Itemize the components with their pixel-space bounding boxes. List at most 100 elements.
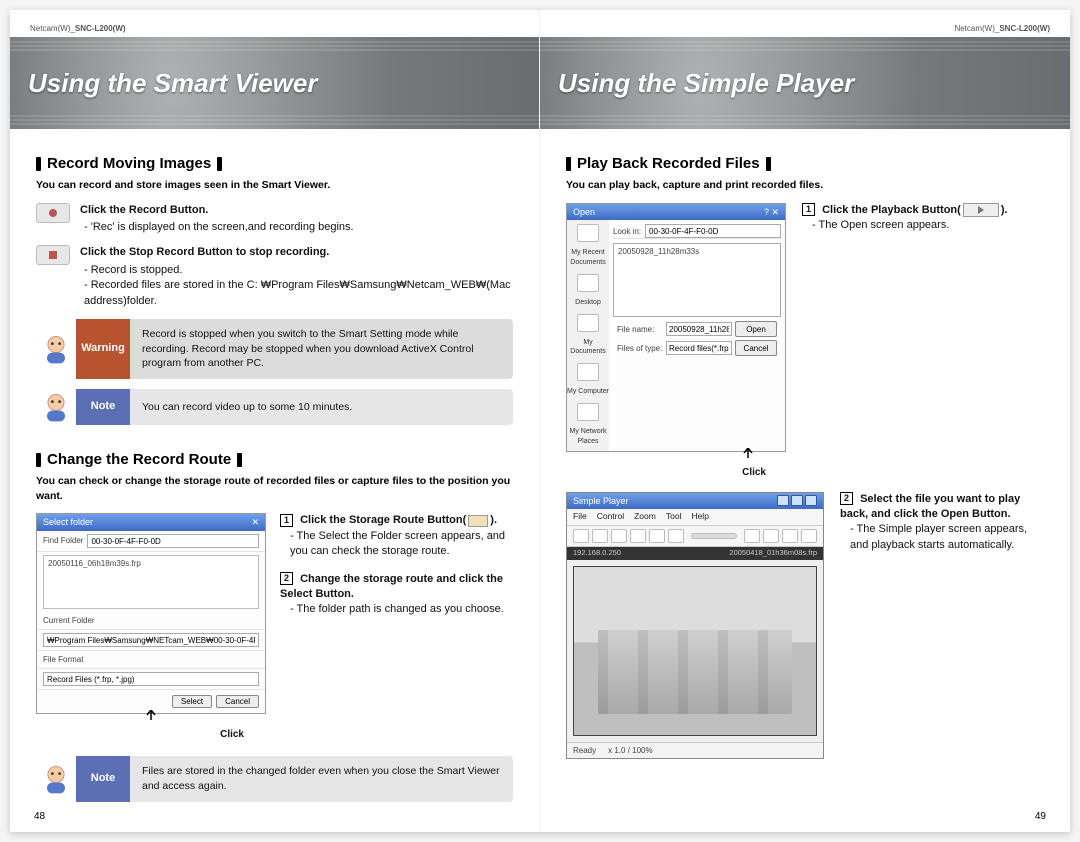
sidebar-item-label: My Recent Documents: [567, 248, 609, 268]
row-open-dialog: Open ? ✕ My Recent Documents Desktop My …: [566, 203, 1044, 484]
menu-zoom[interactable]: Zoom: [634, 511, 656, 523]
step-storage-route: 1 Click the Storage Route Button(). The …: [280, 513, 513, 559]
running-head-prefix: Netcam(W)_: [954, 24, 999, 33]
dialog-titlebar: Open ? ✕: [567, 204, 785, 221]
tool-button[interactable]: [763, 529, 779, 543]
player-scrubber[interactable]: [691, 533, 737, 539]
callout-label: Note: [76, 389, 130, 425]
heading-bar-icon: [566, 157, 571, 171]
current-folder-input[interactable]: [43, 633, 259, 647]
find-folder-label: Find Folder: [43, 535, 83, 546]
tool-button[interactable]: [630, 529, 646, 543]
list-item[interactable]: 20050928_11h28m33s: [618, 247, 699, 256]
player-status-right: x 1.0 / 100%: [608, 745, 652, 756]
tool-button[interactable]: [649, 529, 665, 543]
dialog-title: Open: [573, 206, 595, 219]
running-head-left: Netcam(W)_SNC-L200(W): [30, 10, 519, 37]
mascot-icon: [36, 756, 76, 801]
dialog-title: Select folder: [43, 516, 93, 529]
running-head-model: SNC-L200(W): [75, 24, 126, 33]
close-icon[interactable]: [805, 495, 817, 506]
step-click-stop: Click the Stop Record Button to stop rec…: [36, 245, 513, 309]
section-subtitle: You can check or change the storage rout…: [36, 474, 513, 503]
folder-icon: [577, 363, 599, 381]
list-item[interactable]: 20050116_06h18m39s.frp: [48, 559, 141, 568]
find-folder-input[interactable]: [87, 534, 259, 548]
player-toolbar[interactable]: [567, 526, 823, 547]
menu-control[interactable]: Control: [597, 511, 624, 523]
heading-bar-icon: [36, 157, 41, 171]
tool-button[interactable]: [782, 529, 798, 543]
close-icon: ✕: [251, 516, 259, 529]
step-line: The Open screen appears.: [802, 218, 1044, 233]
banner-right: Using the Simple Player: [540, 37, 1070, 129]
screenshot-open-dialog: Open ? ✕ My Recent Documents Desktop My …: [566, 203, 786, 452]
playback-button-icon: [963, 203, 999, 217]
step-lead: Select the file you want to play back, a…: [840, 493, 1020, 520]
step-line: The Select the Folder screen appears, an…: [280, 529, 513, 560]
two-col-change-route: Select folder ✕ Find Folder 20050116_06h…: [36, 513, 513, 746]
window-controls: [777, 495, 817, 506]
file-format-input[interactable]: [43, 672, 259, 686]
section-change-record-route: Change the Record Route: [36, 449, 513, 470]
file-list[interactable]: 20050928_11h28m33s: [613, 243, 781, 317]
folder-icon: [577, 403, 599, 421]
step-click-record: Click the Record Button. 'Rec' is displa…: [36, 203, 513, 236]
running-head-right: Netcam(W)_SNC-L200(W): [560, 10, 1050, 37]
minimize-icon[interactable]: [777, 495, 789, 506]
section-subtitle: You can record and store images seen in …: [36, 178, 513, 193]
player-status-left: Ready: [573, 745, 596, 756]
step-lead: Click the Storage Route Button().: [300, 514, 497, 526]
maximize-icon[interactable]: [791, 495, 803, 506]
running-head-model: SNC-L200(W): [999, 24, 1050, 33]
section-title: Record Moving Images: [47, 153, 211, 174]
menu-file[interactable]: File: [573, 511, 587, 523]
tool-button[interactable]: [801, 529, 817, 543]
cancel-button[interactable]: Cancel: [735, 340, 777, 356]
manual-spread: Netcam(W)_SNC-L200(W) Using the Smart Vi…: [10, 10, 1070, 832]
screenshot-select-folder: Select folder ✕ Find Folder 20050116_06h…: [36, 513, 266, 746]
section-play-back-files: Play Back Recorded Files: [566, 153, 1044, 174]
folder-icon: [577, 314, 599, 332]
filetype-label: Files of type:: [617, 343, 663, 354]
step-line: Record is stopped.: [84, 263, 513, 278]
callout-label: Note: [76, 756, 130, 801]
sidebar-item-label: My Computer: [567, 387, 609, 397]
step-click-playback: 1 Click the Playback Button(). The Open …: [802, 203, 1044, 234]
player-menubar[interactable]: File Control Zoom Tool Help: [567, 509, 823, 526]
filename-input[interactable]: [666, 322, 732, 336]
step-select-file: 2 Select the file you want to play back,…: [840, 492, 1044, 554]
lookin-input[interactable]: [645, 224, 781, 238]
current-folder-label: Current Folder: [43, 615, 95, 626]
step-number-2: 2: [280, 572, 293, 585]
page-number-right: 49: [1035, 811, 1046, 822]
step-number-1: 1: [802, 203, 815, 216]
tool-button[interactable]: [592, 529, 608, 543]
select-button[interactable]: Select: [172, 695, 212, 708]
step-number-2: 2: [840, 492, 853, 505]
tool-button[interactable]: [611, 529, 627, 543]
close-icon: ? ✕: [764, 206, 779, 219]
screenshot-simple-player: Simple Player File Control Zoom Tool: [566, 492, 824, 759]
lookin-label: Look in:: [613, 226, 641, 237]
places-sidebar[interactable]: My Recent Documents Desktop My Documents…: [567, 220, 609, 450]
heading-bar-icon: [237, 453, 242, 467]
step-title: Click the Stop Record Button to stop rec…: [80, 245, 513, 260]
click-arrow-icon: [566, 452, 786, 464]
mascot-icon: [36, 319, 76, 379]
player-title: Simple Player: [573, 495, 629, 508]
tool-button[interactable]: [573, 529, 589, 543]
open-button[interactable]: Open: [735, 321, 777, 337]
sidebar-item-label: My Network Places: [567, 427, 609, 447]
filetype-input[interactable]: [666, 341, 732, 355]
section-subtitle: You can play back, capture and print rec…: [566, 178, 1044, 193]
menu-tool[interactable]: Tool: [666, 511, 682, 523]
banner-left: Using the Smart Viewer: [10, 37, 539, 129]
menu-help[interactable]: Help: [691, 511, 708, 523]
tool-button[interactable]: [744, 529, 760, 543]
content-left: Record Moving Images You can record and …: [30, 129, 519, 802]
storage-route-icon: [468, 515, 488, 527]
cancel-button[interactable]: Cancel: [216, 695, 259, 708]
tool-button[interactable]: [668, 529, 684, 543]
folder-list[interactable]: 20050116_06h18m39s.frp: [43, 555, 259, 609]
